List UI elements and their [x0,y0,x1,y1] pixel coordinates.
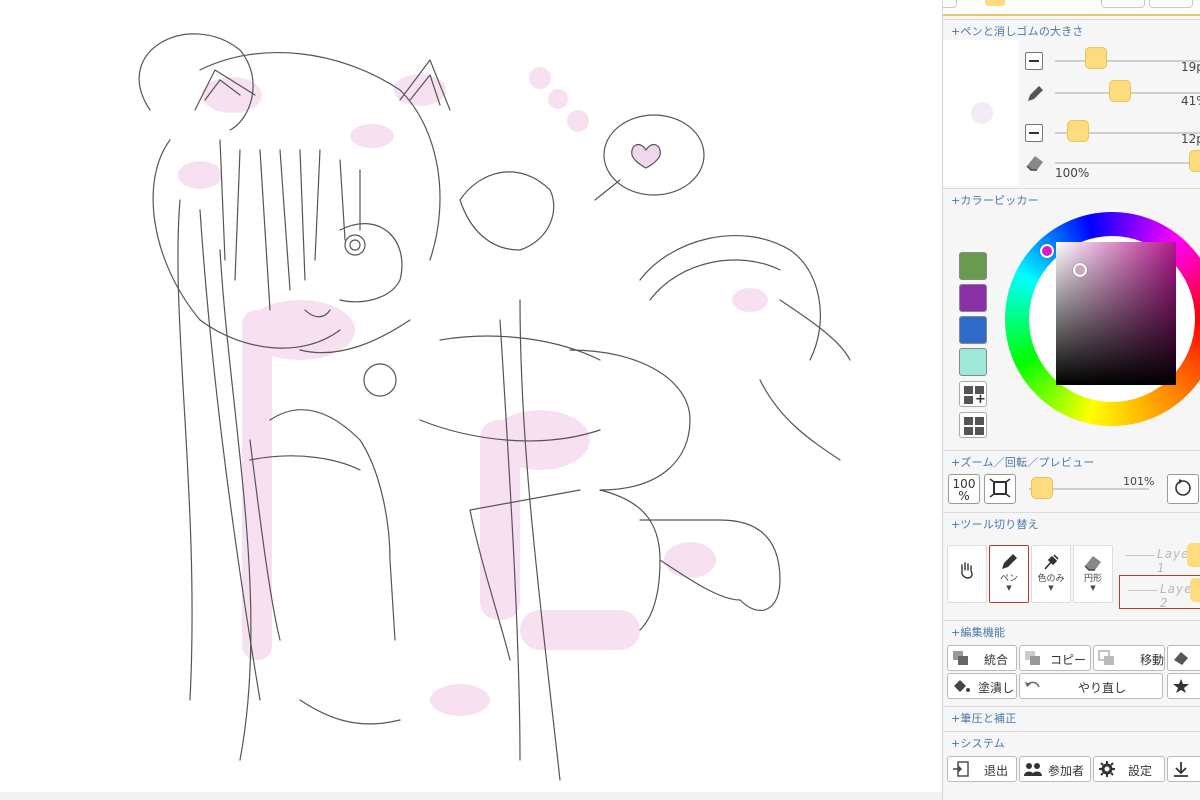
rotate-reset-button[interactable] [1167,474,1199,504]
section-header-color-picker[interactable]: +カラーピッカー [943,188,1200,208]
pen-size-decrease-button[interactable] [1025,52,1043,70]
eraser-size-slider-thumb[interactable] [1067,120,1089,142]
layer-1-opacity-thumb[interactable] [1187,543,1200,567]
clear-button[interactable] [1167,645,1200,671]
canvas-scrollbar-area[interactable] [0,792,942,800]
merge-button[interactable]: 統合 [947,645,1017,671]
pen-tool-button[interactable]: ペン ▼ [989,545,1029,603]
hue-marker[interactable] [1040,244,1054,258]
fit-screen-button[interactable] [984,474,1016,504]
fit-screen-icon [989,478,1011,498]
layer-2-opacity-thumb[interactable] [1190,578,1200,602]
section-header-size[interactable]: +ペンと消しゴムの大きさ [943,19,1200,39]
circle-tool-button[interactable]: 円形 ▼ [1073,545,1113,603]
exit-button[interactable]: 退出 [947,756,1017,782]
eraser-icon [1026,156,1043,171]
fill-button[interactable]: 塗潰し [947,673,1017,699]
paint-bucket-icon [954,680,970,692]
zoom-value: 101% [1123,475,1155,488]
pen-icon [1002,554,1017,569]
section-header-pressure[interactable]: +筆圧と補正 [943,706,1200,726]
favorite-button[interactable] [1167,673,1200,699]
star-icon [1173,679,1189,693]
section-header-tools[interactable]: +ツール切り替え [943,512,1200,532]
top-slider-thumb[interactable] [985,0,1005,6]
redo-button[interactable]: やり直し [1019,673,1163,699]
sketch-illustration [138,33,851,781]
color-swatch-2[interactable] [959,284,987,312]
pen-opacity-slider-thumb[interactable] [1109,80,1131,102]
participants-button[interactable]: 参加者 [1019,756,1091,782]
merge-icon [953,651,968,665]
zoom-slider-thumb[interactable] [1031,477,1053,499]
eyedropper-icon [1044,554,1059,570]
layer-2-row[interactable]: Layer 2 [1119,575,1200,610]
color-only-tool-dropdown-icon[interactable]: ▼ [1032,584,1070,592]
move-button[interactable]: 移動 [1093,645,1165,671]
top-tool-button-1[interactable] [943,0,957,8]
circle-tool-dropdown-icon[interactable]: ▼ [1074,584,1112,592]
move-icon [1098,650,1114,665]
undo-arrow-icon [1025,681,1040,688]
tool-panel: +ペンと消しゴムの大きさ 19p 41% 12p 100% +カラーピッカー +… [942,0,1200,800]
drawing-canvas[interactable] [0,0,942,792]
copy-icon [1025,651,1040,665]
download-icon [1174,762,1188,777]
top-tool-button-3[interactable] [1149,0,1193,8]
pen-tool-dropdown-icon[interactable]: ▼ [990,584,1028,592]
zoom-reset-button[interactable]: 100 % [948,474,980,504]
pen-tool-label: ペン [999,574,1018,584]
layer-1-row[interactable]: Layer 1 [1117,541,1200,575]
panel-top-toolbar [943,0,1200,16]
color-only-tool-button[interactable]: 色のみ ▼ [1031,545,1071,603]
color-only-tool-label: 色のみ [1037,574,1065,584]
section-header-system[interactable]: +システム [943,731,1200,751]
color-swatch-1[interactable] [959,252,987,280]
gear-icon [1099,761,1115,777]
rotate-icon [1175,479,1191,496]
eraser-opacity-track[interactable] [1055,162,1200,164]
top-tool-button-2[interactable] [1101,0,1145,8]
pencil-icon [1028,86,1043,101]
color-swatch-4[interactable] [959,348,987,376]
section-header-zoom[interactable]: +ズーム／回転／プレビュー [943,450,1200,470]
color-marker[interactable] [1073,263,1087,277]
swap-swatch-icon[interactable] [959,412,987,438]
users-icon [1024,763,1042,776]
pen-size-track[interactable] [1055,60,1200,62]
eraser-opacity-slider-thumb[interactable] [1189,150,1200,172]
circle-tool-label: 円形 [1083,574,1102,584]
eraser-opacity-value: 100% [1055,166,1090,180]
pen-size-slider-thumb[interactable] [1085,47,1107,69]
eraser-tool-icon [1084,556,1101,571]
hand-tool-button[interactable] [947,545,987,603]
settings-button[interactable]: 設定 [1093,756,1165,782]
add-swatch-icon[interactable]: + [959,381,987,407]
hand-icon [961,562,973,579]
pen-opacity-value: 41% [1181,94,1200,108]
copy-button[interactable]: コピー [1019,645,1091,671]
brush-preview-circle [971,102,993,124]
eraser-size-decrease-button[interactable] [1025,124,1043,142]
eraser-size-value: 12p [1181,132,1200,146]
clear-eraser-icon [1174,652,1188,665]
exit-door-icon [953,761,969,777]
pen-size-value: 19p [1181,60,1200,74]
section-header-edit[interactable]: +編集機能 [943,620,1200,640]
color-swatch-3[interactable] [959,316,987,344]
download-button[interactable] [1167,756,1200,782]
saturation-value-square[interactable] [1056,242,1176,385]
